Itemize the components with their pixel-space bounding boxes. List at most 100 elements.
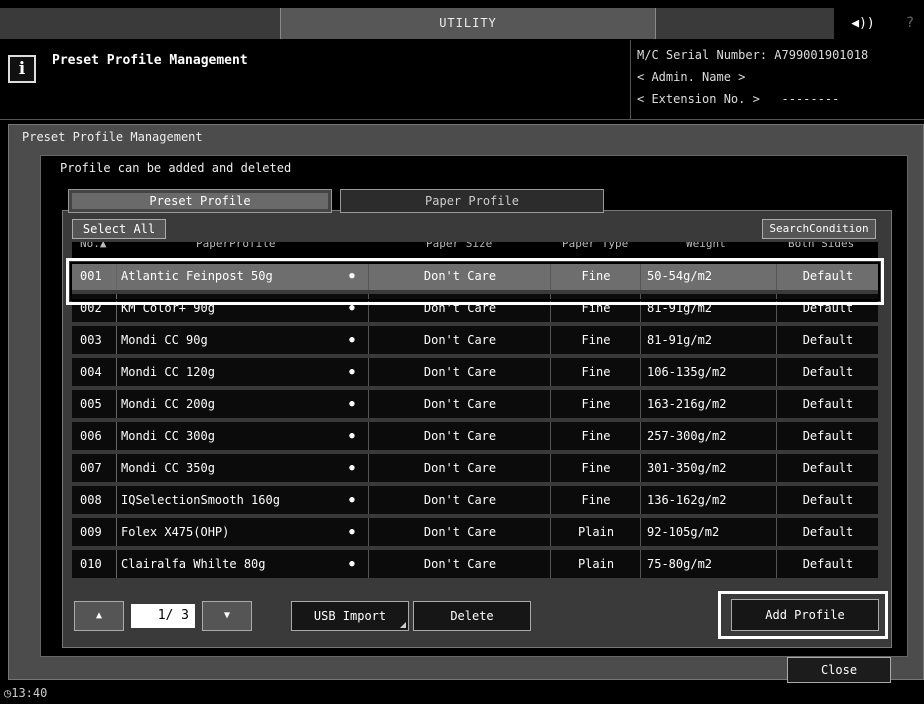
delete-button[interactable]: Delete (413, 601, 531, 631)
close-button[interactable]: Close (787, 657, 891, 683)
cell-weight: 136-162g/m2 (640, 486, 776, 514)
cell-both-sides: Default (776, 326, 879, 354)
table-row[interactable]: 005 Mondi CC 200g ● Don't Care Fine 163-… (72, 390, 878, 420)
cell-paper-size: Don't Care (368, 422, 551, 450)
usb-import-label: USB Import (313, 609, 387, 623)
page-title: Preset Profile Management (52, 53, 248, 68)
cell-paper-type: Fine (550, 358, 641, 386)
cell-paper-size: Don't Care (368, 550, 551, 578)
status-dot-icon: ● (349, 463, 355, 473)
col-header-no[interactable]: No.▲ (80, 242, 107, 250)
top-bar-left-segment (0, 8, 280, 39)
col-header-weight[interactable]: Weight (686, 242, 726, 250)
instruction-text: Profile can be added and deleted (60, 161, 292, 175)
cell-no: 006 (80, 429, 102, 443)
cell-paper-size: Don't Care (368, 262, 551, 290)
page-up-button[interactable]: ▲ (74, 601, 124, 631)
utility-title: UTILITY (280, 8, 656, 39)
device-info: M/C Serial Number: A799001901018 < Admin… (630, 40, 924, 120)
cell-no: 005 (80, 397, 102, 411)
status-dot-icon: ● (349, 303, 355, 313)
table-row[interactable]: 003 Mondi CC 90g ● Don't Care Fine 81-91… (72, 326, 878, 356)
status-dot-icon: ● (349, 431, 355, 441)
page-current: 1/ (157, 608, 174, 623)
col-header-paper-profile[interactable]: PaperProfile (196, 242, 275, 250)
cell-paper-size: Don't Care (368, 518, 551, 546)
cell-paper-type: Fine (550, 454, 641, 482)
cell-both-sides: Default (776, 486, 879, 514)
tab-preset-profile[interactable]: Preset Profile (68, 189, 332, 213)
cell-paper-size: Don't Care (368, 294, 551, 322)
cell-both-sides: Default (776, 550, 879, 578)
table-row[interactable]: 006 Mondi CC 300g ● Don't Care Fine 257-… (72, 422, 878, 452)
cell-paper-type: Fine (550, 326, 641, 354)
table-row[interactable]: 009 Folex X475(OHP) ● Don't Care Plain 9… (72, 518, 878, 548)
status-dot-icon: ● (349, 527, 355, 537)
breadcrumb: Preset Profile Management (22, 130, 203, 144)
col-header-paper-type[interactable]: Paper Type (562, 242, 628, 250)
tab-paper-profile[interactable]: Paper Profile (340, 189, 604, 213)
search-condition-button[interactable]: SearchCondition (762, 219, 876, 239)
cell-weight: 257-300g/m2 (640, 422, 776, 450)
cell-weight: 81-91g/m2 (640, 326, 776, 354)
page-down-button[interactable]: ▼ (202, 601, 252, 631)
cell-both-sides: Default (776, 390, 879, 418)
cell-paper-size: Don't Care (368, 326, 551, 354)
table-row[interactable]: 007 Mondi CC 350g ● Don't Care Fine 301-… (72, 454, 878, 484)
cell-no: 001 (80, 269, 102, 283)
admin-name: < Admin. Name > (637, 70, 746, 84)
status-dot-icon: ● (349, 559, 355, 569)
cell-weight: 106-135g/m2 (640, 358, 776, 386)
page-total: 3 (181, 608, 189, 623)
col-header-both-sides[interactable]: Both Sides (788, 242, 854, 250)
cell-paper-type: Fine (550, 294, 641, 322)
cell-profile-name: Mondi CC 300g (116, 422, 356, 450)
clock: ◷13:40 (4, 686, 48, 700)
add-profile-button[interactable]: Add Profile (731, 599, 879, 631)
table-row[interactable]: 008 IQSelectionSmooth 160g ● Don't Care … (72, 486, 878, 516)
cell-paper-size: Don't Care (368, 358, 551, 386)
cell-both-sides: Default (776, 262, 879, 290)
cell-profile-name: Atlantic Feinpost 50g (116, 262, 356, 290)
cell-profile-name: Clairalfa Whilte 80g (116, 550, 356, 578)
cell-no: 003 (80, 333, 102, 347)
table-row[interactable]: 002 KM Color+ 90g ● Don't Care Fine 81-9… (72, 294, 878, 324)
status-dot-icon: ● (349, 399, 355, 409)
cell-weight: 92-105g/m2 (640, 518, 776, 546)
serial-number: M/C Serial Number: A799001901018 (637, 48, 869, 62)
status-dot-icon: ● (349, 271, 355, 281)
help-icon[interactable]: ? (896, 8, 924, 39)
table-row[interactable]: 004 Mondi CC 120g ● Don't Care Fine 106-… (72, 358, 878, 388)
select-all-button[interactable]: Select All (72, 219, 166, 239)
usb-import-button[interactable]: USB Import (291, 601, 409, 631)
cell-paper-type: Fine (550, 486, 641, 514)
col-header-paper-size[interactable]: Paper Size (426, 242, 492, 250)
cell-no: 004 (80, 365, 102, 379)
cell-paper-type: Plain (550, 550, 641, 578)
speaker-icon[interactable]: ◀)) (834, 8, 892, 39)
cell-no: 010 (80, 557, 102, 571)
cell-profile-name: Mondi CC 200g (116, 390, 356, 418)
cell-profile-name: IQSelectionSmooth 160g (116, 486, 356, 514)
cell-paper-size: Don't Care (368, 390, 551, 418)
cell-both-sides: Default (776, 294, 879, 322)
cell-paper-size: Don't Care (368, 454, 551, 482)
table-row[interactable]: 001 Atlantic Feinpost 50g ● Don't Care F… (72, 262, 878, 292)
table-row[interactable]: 010 Clairalfa Whilte 80g ● Don't Care Pl… (72, 550, 878, 580)
cell-profile-name: KM Color+ 90g (116, 294, 356, 322)
table-header: No.▲ PaperProfile Paper Size Paper Type … (72, 242, 878, 258)
cell-weight: 163-216g/m2 (640, 390, 776, 418)
cell-profile-name: Folex X475(OHP) (116, 518, 356, 546)
cell-paper-type: Fine (550, 390, 641, 418)
status-dot-icon: ● (349, 367, 355, 377)
cell-no: 009 (80, 525, 102, 539)
cell-both-sides: Default (776, 518, 879, 546)
cell-no: 007 (80, 461, 102, 475)
cell-weight: 75-80g/m2 (640, 550, 776, 578)
cell-weight: 81-91g/m2 (640, 294, 776, 322)
cell-both-sides: Default (776, 454, 879, 482)
cell-paper-type: Plain (550, 518, 641, 546)
cell-profile-name: Mondi CC 350g (116, 454, 356, 482)
status-dot-icon: ● (349, 495, 355, 505)
cell-profile-name: Mondi CC 120g (116, 358, 356, 386)
